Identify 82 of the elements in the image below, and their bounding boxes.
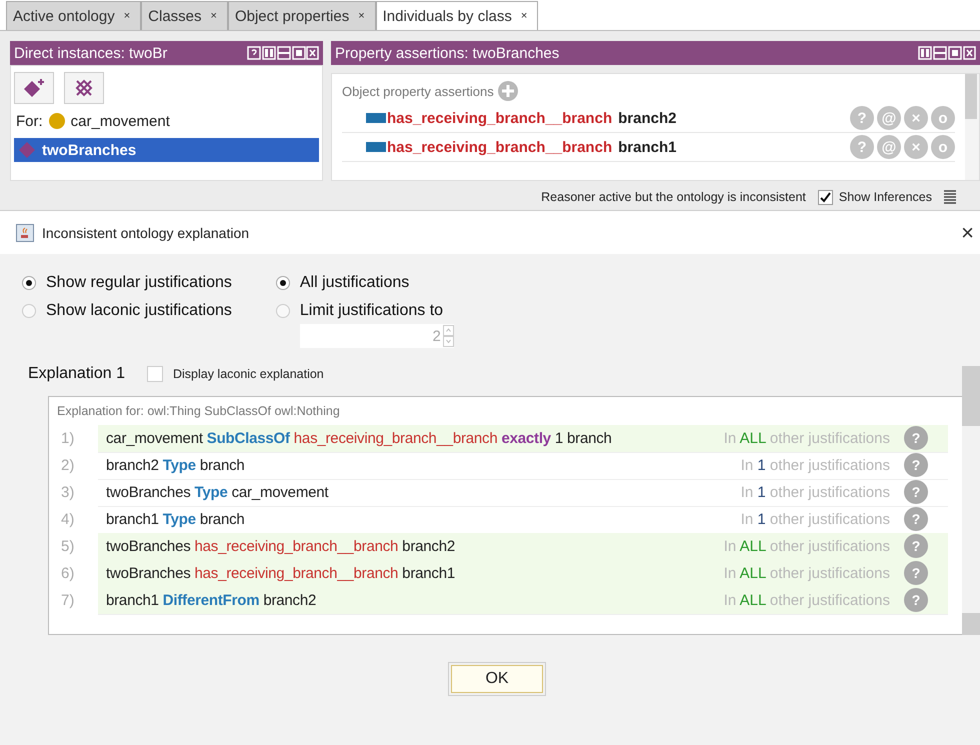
class-circle-icon bbox=[48, 112, 66, 130]
line-number: 6) bbox=[60, 565, 76, 582]
scrollbar-thumb[interactable] bbox=[962, 613, 980, 635]
tab-label[interactable]: Individuals by class bbox=[382, 8, 512, 24]
line-number: 4) bbox=[60, 511, 76, 528]
radio-button[interactable] bbox=[22, 276, 36, 290]
tab-close-button[interactable]: × bbox=[210, 10, 217, 22]
axiom-text: branch1 DifferentFrom branch2 bbox=[106, 592, 316, 608]
usage-text: In ALL other justifications bbox=[724, 430, 890, 446]
axiom-row[interactable]: branch1 DifferentFrom branch2 In ALL other justifications ? bbox=[98, 586, 948, 614]
explanation-title: Explanation 1 bbox=[28, 365, 125, 383]
individual-name: branch1 bbox=[618, 138, 676, 156]
scrollbar-thumb[interactable] bbox=[962, 366, 980, 426]
tab[interactable]: Active ontology × bbox=[6, 1, 142, 30]
add-individual-button[interactable] bbox=[14, 72, 54, 104]
close-button[interactable]: × bbox=[961, 220, 974, 246]
tab-label[interactable]: Classes bbox=[148, 8, 202, 24]
axiom-row[interactable]: twoBranches Type car_movement In 1 other justifications ? bbox=[98, 478, 948, 506]
property-name: has_receiving_branch__branch bbox=[387, 110, 612, 126]
crossed-diamond-icon bbox=[73, 77, 95, 99]
java-cup-icon bbox=[16, 224, 34, 242]
dialog-title: Inconsistent ontology explanation bbox=[42, 224, 250, 240]
tab[interactable]: Classes × bbox=[141, 1, 228, 30]
radio-label[interactable]: Show laconic justifications bbox=[46, 302, 232, 320]
axiom-text: twoBranches has_receiving_branch__branch branch2 bbox=[106, 538, 455, 554]
axiom-text: branch2 Type branch bbox=[106, 456, 245, 474]
tab[interactable]: Individuals by class × bbox=[376, 1, 538, 30]
ok-button[interactable]: OK bbox=[451, 665, 543, 693]
usage-text: In ALL other justifications bbox=[724, 538, 890, 554]
diamond-icon bbox=[18, 141, 36, 159]
axiom-text: twoBranches has_receiving_branch__branch branch1 bbox=[106, 564, 455, 582]
tab-close-button[interactable]: × bbox=[520, 10, 528, 22]
object-property-icon bbox=[366, 113, 386, 123]
tab-close-button[interactable]: × bbox=[358, 10, 365, 22]
axiom-text: car_movement SubClassOf has_receiving_branch__branch exactly 1 branch bbox=[106, 430, 612, 446]
axiom-row[interactable]: twoBranches has_receiving_branch__branch branch2 In ALL other justifications ? bbox=[98, 532, 948, 560]
usage-text: In ALL other justifications bbox=[724, 564, 890, 582]
line-number: 7) bbox=[60, 592, 76, 609]
tab-close-button[interactable]: × bbox=[124, 10, 130, 22]
individual-item[interactable]: twoBranches bbox=[14, 138, 319, 162]
for-label: For: bbox=[16, 112, 43, 130]
radio-button[interactable] bbox=[276, 304, 290, 318]
line-number: 1) bbox=[60, 430, 76, 447]
checkbox[interactable] bbox=[818, 190, 833, 204]
radio-label[interactable]: Limit justifications to bbox=[300, 302, 444, 320]
line-number: 3) bbox=[60, 484, 76, 501]
axiom-text: branch1 Type branch bbox=[106, 510, 245, 528]
radio-button[interactable] bbox=[22, 304, 36, 318]
checkbox[interactable] bbox=[146, 366, 163, 382]
radio-button[interactable] bbox=[276, 276, 290, 290]
radio-label[interactable]: All justifications bbox=[300, 274, 410, 292]
usage-text: In 1 other justifications bbox=[740, 484, 890, 500]
usage-text: In ALL other justifications bbox=[724, 592, 890, 608]
object-property-icon bbox=[366, 142, 386, 152]
tab-label[interactable]: Active ontology bbox=[13, 8, 115, 24]
list-icon[interactable] bbox=[944, 190, 956, 204]
axiom-text: twoBranches Type car_movement bbox=[106, 484, 328, 500]
delete-individual-button[interactable] bbox=[64, 72, 104, 104]
section-title: Object property assertions bbox=[342, 84, 494, 98]
axiom-row[interactable]: branch2 Type branch In 1 other justifications ? bbox=[98, 452, 948, 480]
property-name: has_receiving_branch__branch bbox=[387, 138, 612, 156]
panel-title: Property assertions: twoBranches bbox=[335, 44, 560, 62]
radio-label[interactable]: Show regular justifications bbox=[46, 274, 232, 292]
individual-name: branch2 bbox=[618, 110, 676, 126]
tab-label[interactable]: Object properties bbox=[234, 8, 350, 24]
axiom-row[interactable]: twoBranches has_receiving_branch__branch branch1 In ALL other justifications ? bbox=[98, 560, 948, 588]
scrollbar-thumb[interactable] bbox=[965, 74, 977, 119]
line-number: 5) bbox=[60, 538, 76, 555]
class-name: car_movement bbox=[70, 112, 170, 130]
reasoner-status: Reasoner active but the ontology is inconsistent bbox=[541, 190, 806, 204]
usage-text: In 1 other justifications bbox=[740, 456, 890, 474]
checkbox-label[interactable]: Show Inferences bbox=[838, 190, 932, 204]
diamond-plus-icon bbox=[22, 77, 46, 99]
line-number: 2) bbox=[60, 457, 76, 474]
checkbox-label[interactable]: Display laconic explanation bbox=[172, 367, 324, 381]
usage-text: In 1 other justifications bbox=[740, 510, 890, 528]
panel-controls-icon[interactable] bbox=[918, 46, 976, 60]
tab[interactable]: Object properties × bbox=[228, 1, 376, 30]
panel-controls-icon[interactable] bbox=[247, 46, 319, 60]
axiom-row[interactable]: car_movement SubClassOf has_receiving_branch__branch exactly 1 branch In ALL other justifications ? bbox=[98, 424, 948, 452]
explanation-caption: Explanation for: owl:Thing SubClassOf owl:Nothing bbox=[57, 403, 341, 420]
panel-title: Direct instances: twoBr bbox=[14, 44, 168, 62]
